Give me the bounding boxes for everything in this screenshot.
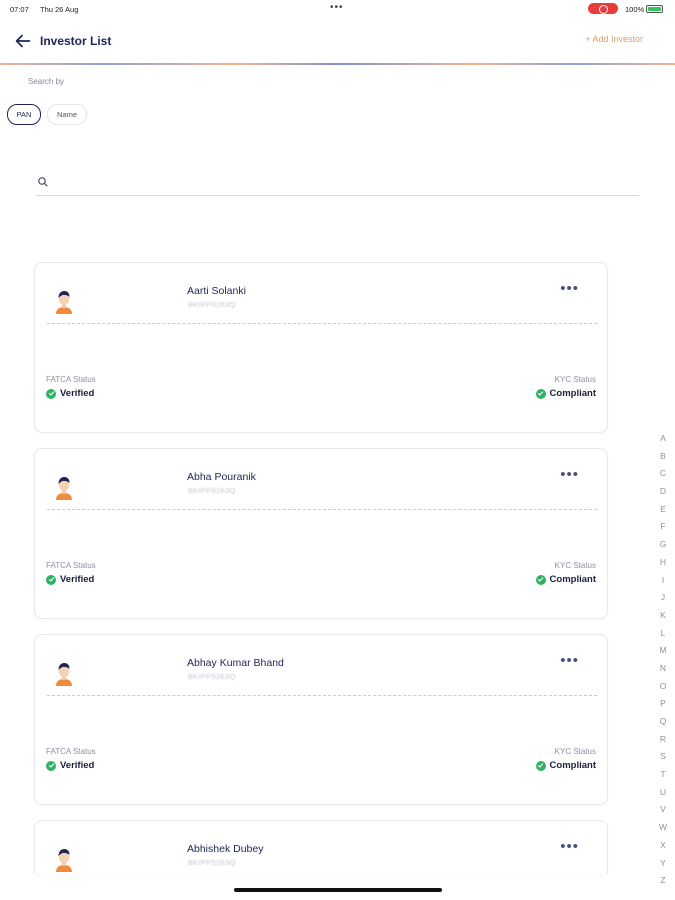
more-options-icon[interactable]: ••• (560, 839, 579, 854)
alpha-index-letter[interactable]: A (655, 433, 671, 451)
fatca-status-value: Verified (46, 760, 94, 771)
card-divider (47, 695, 597, 696)
alpha-index-letter[interactable]: F (655, 521, 671, 539)
alpha-index-letter[interactable]: Z (655, 875, 671, 893)
alpha-index-letter[interactable]: R (655, 734, 671, 752)
kyc-status-text: Compliant (549, 760, 596, 771)
search-bar (36, 170, 639, 196)
multitask-dots[interactable]: ••• (330, 2, 344, 13)
page-title: Investor List (40, 34, 112, 48)
alpha-index-letter[interactable]: C (655, 468, 671, 486)
investor-card[interactable]: Abhay Kumar Bhand BKIPP5263Q ••• FATCA S… (34, 634, 608, 805)
avatar-icon (56, 849, 72, 872)
status-date: Thu 26 Aug (40, 5, 79, 14)
alpha-index-letter[interactable]: H (655, 557, 671, 575)
alpha-index-letter[interactable]: U (655, 787, 671, 805)
status-time: 07:07 (10, 5, 29, 14)
investor-pan: BKIPP5263Q (188, 486, 236, 495)
alpha-index-letter[interactable]: X (655, 840, 671, 858)
search-chip-pan[interactable]: PAN (7, 104, 41, 125)
alpha-index-letter[interactable]: G (655, 539, 671, 557)
alpha-index-letter[interactable]: E (655, 504, 671, 522)
alpha-index-letter[interactable]: N (655, 663, 671, 681)
investor-card[interactable]: Abhishek Dubey BKIPP5263Q ••• (34, 820, 608, 874)
card-divider (47, 509, 597, 510)
alpha-index-letter[interactable]: K (655, 610, 671, 628)
alpha-index-letter[interactable]: I (655, 575, 671, 593)
avatar-icon (56, 477, 72, 500)
battery-icon (646, 5, 663, 13)
alphabet-index: A B C D E F G H I J K L M N O P Q R S T … (655, 433, 671, 893)
alpha-index-letter[interactable]: J (655, 592, 671, 610)
check-circle-icon (46, 760, 56, 771)
fatca-status-label: FATCA Status (46, 375, 96, 384)
alpha-index-letter[interactable]: T (655, 769, 671, 787)
investor-name: Abhishek Dubey (187, 843, 264, 855)
alpha-index-letter[interactable]: D (655, 486, 671, 504)
back-arrow-icon[interactable] (12, 30, 34, 52)
check-circle-icon (535, 760, 546, 771)
investor-pan: BKIPP5263Q (188, 858, 236, 867)
kyc-status-value: Compliant (535, 574, 596, 585)
check-circle-icon (46, 388, 56, 399)
fatca-status-label: FATCA Status (46, 561, 96, 570)
app-header: Investor List + Add Investor (0, 22, 675, 62)
more-options-icon[interactable]: ••• (560, 467, 579, 482)
avatar-icon (56, 663, 72, 686)
home-indicator[interactable] (234, 888, 442, 892)
investor-card[interactable]: Abha Pouranik BKIPP5263Q ••• FATCA Statu… (34, 448, 608, 619)
avatar-icon (56, 291, 72, 314)
more-options-icon[interactable]: ••• (560, 281, 579, 296)
alpha-index-letter[interactable]: L (655, 628, 671, 646)
kyc-status-label: KYC Status (554, 747, 596, 756)
fatca-status-value: Verified (46, 388, 94, 399)
alpha-index-letter[interactable]: Y (655, 858, 671, 876)
more-options-icon[interactable]: ••• (560, 653, 579, 668)
alpha-index-letter[interactable]: B (655, 451, 671, 469)
kyc-status-label: KYC Status (554, 375, 596, 384)
battery-percent: 100% (625, 5, 645, 14)
header-divider (0, 63, 675, 65)
search-icon (38, 177, 48, 187)
check-circle-icon (535, 388, 546, 399)
fatca-status-text: Verified (60, 388, 95, 399)
investor-name: Abhay Kumar Bhand (187, 657, 284, 669)
alpha-index-letter[interactable]: P (655, 698, 671, 716)
investor-pan: BKIPP5263Q (188, 300, 236, 309)
kyc-status-value: Compliant (535, 760, 596, 771)
card-divider (47, 323, 597, 324)
investor-name: Aarti Solanki (187, 285, 246, 297)
add-investor-button[interactable]: + Add Investor (585, 34, 643, 44)
alpha-index-letter[interactable]: S (655, 751, 671, 769)
search-input[interactable] (56, 174, 626, 192)
fatca-status-label: FATCA Status (46, 747, 96, 756)
alpha-index-letter[interactable]: O (655, 681, 671, 699)
status-bar: 07:07 Thu 26 Aug ••• 100% (0, 0, 675, 18)
kyc-status-text: Compliant (549, 388, 596, 399)
kyc-status-value: Compliant (535, 388, 596, 399)
alpha-index-letter[interactable]: M (655, 645, 671, 663)
check-circle-icon (535, 574, 546, 585)
fatca-status-text: Verified (60, 760, 95, 771)
fatca-status-text: Verified (60, 574, 95, 585)
screen-record-icon[interactable] (588, 3, 618, 14)
alpha-index-letter[interactable]: V (655, 804, 671, 822)
alpha-index-letter[interactable]: Q (655, 716, 671, 734)
fatca-status-value: Verified (46, 574, 94, 585)
check-circle-icon (46, 574, 56, 585)
kyc-status-text: Compliant (549, 574, 596, 585)
investor-card[interactable]: Aarti Solanki BKIPP5263Q ••• FATCA Statu… (34, 262, 608, 433)
investor-pan: BKIPP5263Q (188, 672, 236, 681)
search-chip-name[interactable]: Name (47, 104, 87, 125)
alpha-index-letter[interactable]: W (655, 822, 671, 840)
investor-name: Abha Pouranik (187, 471, 256, 483)
search-by-label: Search by (28, 77, 65, 86)
kyc-status-label: KYC Status (554, 561, 596, 570)
